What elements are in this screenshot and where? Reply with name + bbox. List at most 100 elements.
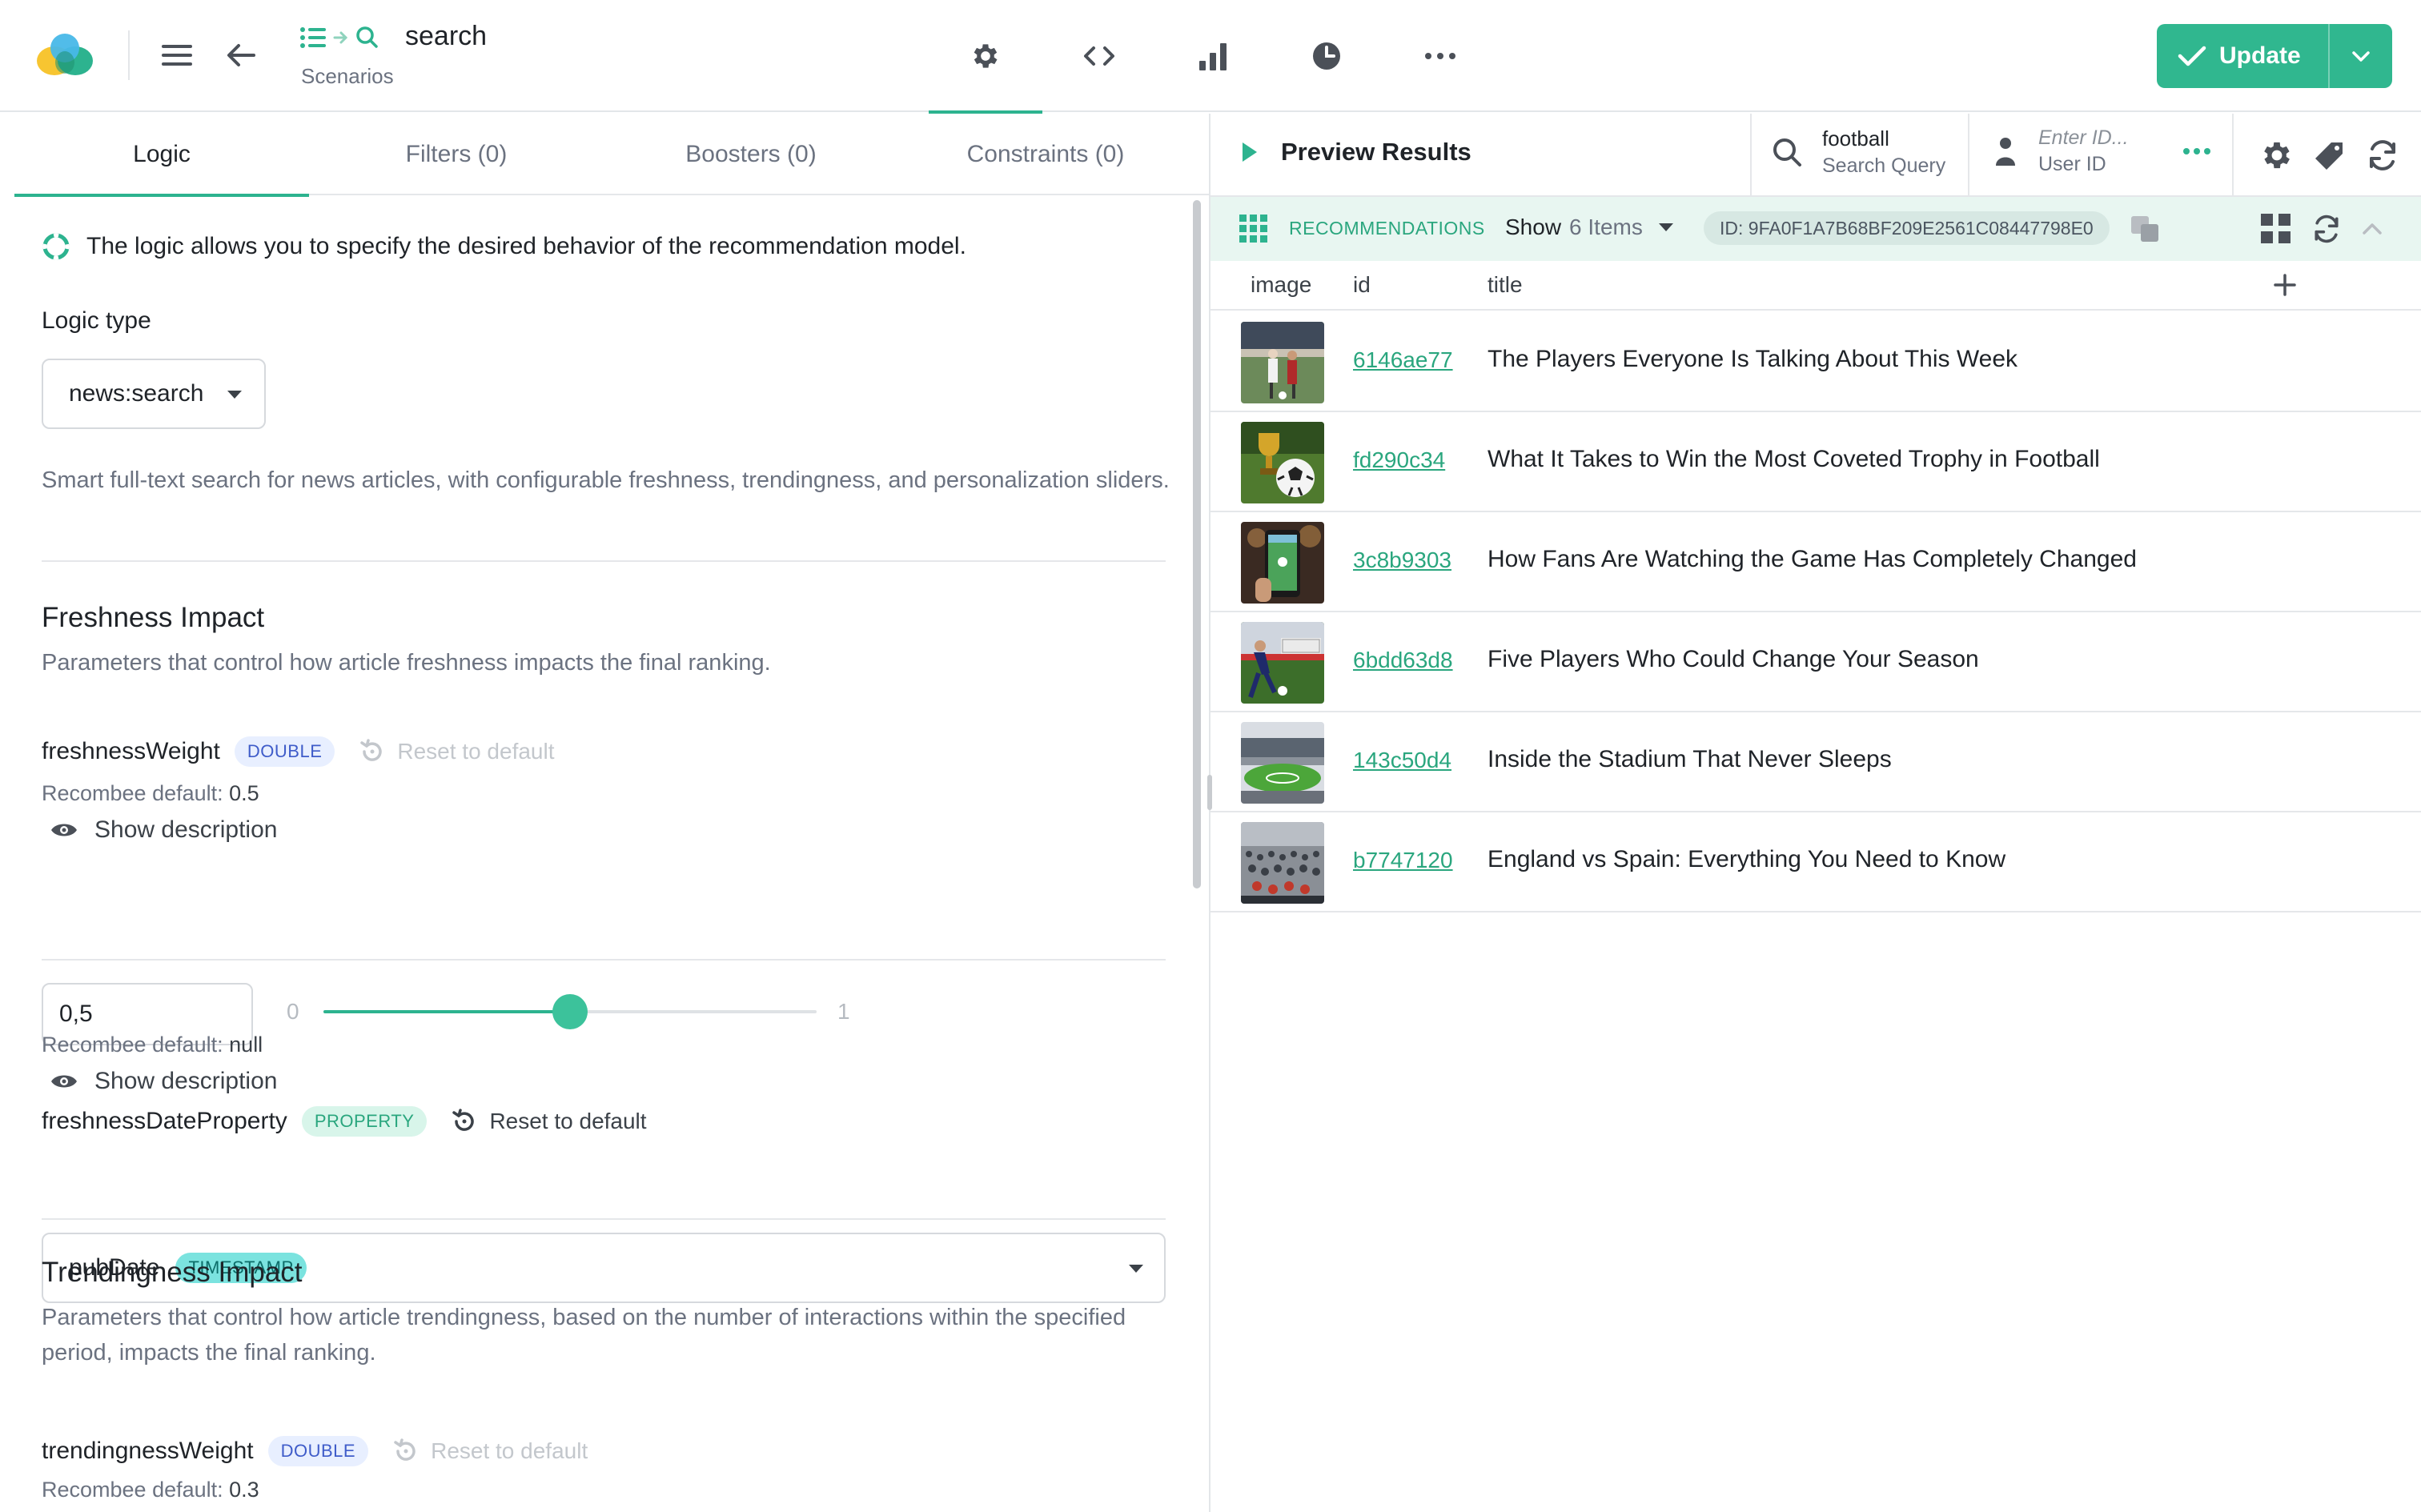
scrollbar[interactable] xyxy=(1193,200,1201,888)
freshness-title: Freshness Impact xyxy=(42,602,265,633)
slider-handle[interactable] xyxy=(552,994,588,1029)
item-title: What It Takes to Win the Most Coveted Tr… xyxy=(1488,446,2100,472)
table-row[interactable]: 6bdd63d8 Five Players Who Could Change Yo… xyxy=(1210,612,2421,712)
refresh-icon[interactable] xyxy=(2365,138,2400,173)
copy-icon[interactable] xyxy=(2130,215,2162,243)
item-id-link[interactable]: 143c50d4 xyxy=(1353,748,1451,773)
tab-logic[interactable]: Logic xyxy=(14,114,309,197)
tab-filters[interactable]: Filters (0) xyxy=(309,114,604,195)
center-tabs xyxy=(929,0,1497,114)
column-header-title[interactable]: title xyxy=(1488,272,1523,298)
table-row[interactable]: 3c8b9303 How Fans Are Watching the Game H… xyxy=(1210,512,2421,612)
table-row[interactable]: 143c50d4 Inside the Stadium That Never Sl… xyxy=(1210,712,2421,812)
item-id-link[interactable]: 6146ae77 xyxy=(1353,347,1453,373)
item-title: Five Players Who Could Change Your Seaso… xyxy=(1488,646,1979,672)
divider xyxy=(42,560,1166,562)
items-count: 6 Items xyxy=(1569,215,1643,239)
user-id-field[interactable]: Enter ID... User ID xyxy=(1995,126,2210,176)
more-icon[interactable] xyxy=(2182,147,2210,155)
more-icon xyxy=(1425,53,1455,59)
tab-analytics[interactable] xyxy=(1156,0,1270,112)
item-thumbnail xyxy=(1241,722,1324,804)
tab-settings[interactable] xyxy=(929,0,1042,114)
show-description-toggle[interactable]: Show description xyxy=(50,1068,277,1095)
type-badge: PROPERTY xyxy=(301,1106,428,1137)
items-count-select[interactable]: Show 6 Items xyxy=(1505,215,1673,240)
default-value: 0.5 xyxy=(229,781,259,805)
app-logo[interactable] xyxy=(32,29,98,82)
check-icon xyxy=(2178,46,2206,66)
default-value-line: Recombee default: 0.5 xyxy=(42,781,259,806)
column-header-image[interactable]: image xyxy=(1251,272,1311,298)
page-subtitle[interactable]: Scenarios xyxy=(301,64,394,89)
update-button[interactable]: Update xyxy=(2157,24,2328,88)
param-name: freshnessDateProperty xyxy=(42,1108,287,1134)
eye-icon xyxy=(51,824,77,836)
grid-view-icon[interactable] xyxy=(2261,214,2291,244)
recommendations-tools xyxy=(2261,213,2383,245)
tab-more[interactable] xyxy=(1383,0,1497,112)
user-icon xyxy=(1996,138,2015,166)
tab-boosters[interactable]: Boosters (0) xyxy=(604,114,898,195)
table-row[interactable]: 6146ae77 The Players Everyone Is Talking … xyxy=(1210,312,2421,412)
table-row[interactable]: fd290c34 What It Takes to Win the Most Co… xyxy=(1210,412,2421,512)
update-dropdown-button[interactable] xyxy=(2328,24,2392,88)
tab-code[interactable] xyxy=(1042,0,1156,112)
preview-header: Preview Results football Search Query En… xyxy=(1210,114,2421,197)
date-property-select[interactable]: pubDate TIMESTAMP xyxy=(42,1233,1166,1303)
divider xyxy=(2232,114,2234,197)
table-header: image id title xyxy=(1210,261,2421,311)
table-row[interactable]: b7747120 England vs Spain: Everything You… xyxy=(1210,812,2421,912)
item-thumbnail xyxy=(1241,822,1324,904)
search-query-value: football xyxy=(1822,126,1889,150)
logic-description: Smart full-text search for news articles… xyxy=(42,467,1170,493)
logic-type-select[interactable]: news:search xyxy=(42,359,266,429)
reset-icon xyxy=(452,1109,475,1131)
preview-tools xyxy=(2259,138,2400,173)
logic-type-value: news:search xyxy=(69,380,204,407)
show-description-toggle[interactable]: Show description xyxy=(50,816,277,844)
show-label: Show xyxy=(1505,215,1562,239)
reset-to-default-button[interactable]: Reset to default xyxy=(451,1108,647,1135)
tab-history[interactable] xyxy=(1270,0,1383,112)
gear-icon[interactable] xyxy=(2259,138,2295,173)
chevron-down-icon xyxy=(2352,51,2370,62)
chevron-up-icon[interactable] xyxy=(2362,223,2383,235)
slider-fill xyxy=(323,1010,570,1013)
tag-icon[interactable] xyxy=(2312,138,2347,173)
column-header-id[interactable]: id xyxy=(1353,272,1371,298)
search-query-field[interactable]: football Search Query xyxy=(1771,126,1945,178)
lifebuoy-icon xyxy=(42,233,70,260)
menu-icon[interactable] xyxy=(157,35,197,75)
update-label: Update xyxy=(2219,42,2301,69)
reset-to-default-button[interactable]: Reset to default xyxy=(392,1438,588,1465)
refresh-icon[interactable] xyxy=(2311,213,2343,245)
default-value: null xyxy=(229,1033,263,1057)
item-id-link[interactable]: b7747120 xyxy=(1353,848,1453,873)
divider xyxy=(1750,114,1752,197)
caret-down-icon xyxy=(1129,1265,1143,1273)
bar-chart-icon xyxy=(1199,43,1227,70)
recommendations-bar: RECOMMENDATIONS Show 6 Items ID: 9FA0F1A… xyxy=(1210,197,2421,261)
reset-label: Reset to default xyxy=(431,1438,588,1463)
top-bar: search Scenarios Update xyxy=(0,0,2421,114)
param-name: trendingnessWeight xyxy=(42,1438,254,1464)
freshness-weight-slider[interactable] xyxy=(323,994,817,1029)
logic-tabs: Logic Filters (0) Boosters (0) Constrain… xyxy=(14,114,1209,197)
tab-constraints[interactable]: Constraints (0) xyxy=(898,114,1193,195)
back-arrow-icon[interactable] xyxy=(221,35,261,75)
recommendations-label: RECOMMENDATIONS xyxy=(1289,218,1485,239)
add-column-icon[interactable] xyxy=(2274,274,2296,296)
item-id-link[interactable]: fd290c34 xyxy=(1353,447,1445,473)
reset-to-default-button[interactable]: Reset to default xyxy=(359,738,555,765)
item-id-link[interactable]: 3c8b9303 xyxy=(1353,547,1451,573)
code-icon xyxy=(1084,46,1114,66)
page-title: search xyxy=(405,21,488,51)
default-value-line: Recombee default: null xyxy=(42,1033,263,1057)
divider xyxy=(42,959,1166,961)
item-thumbnail xyxy=(1241,322,1324,403)
item-id-link[interactable]: 6bdd63d8 xyxy=(1353,648,1453,673)
gear-icon xyxy=(974,44,998,68)
user-id-placeholder: Enter ID... xyxy=(2038,126,2129,149)
preview-results-button[interactable]: Preview Results xyxy=(1241,138,1471,166)
